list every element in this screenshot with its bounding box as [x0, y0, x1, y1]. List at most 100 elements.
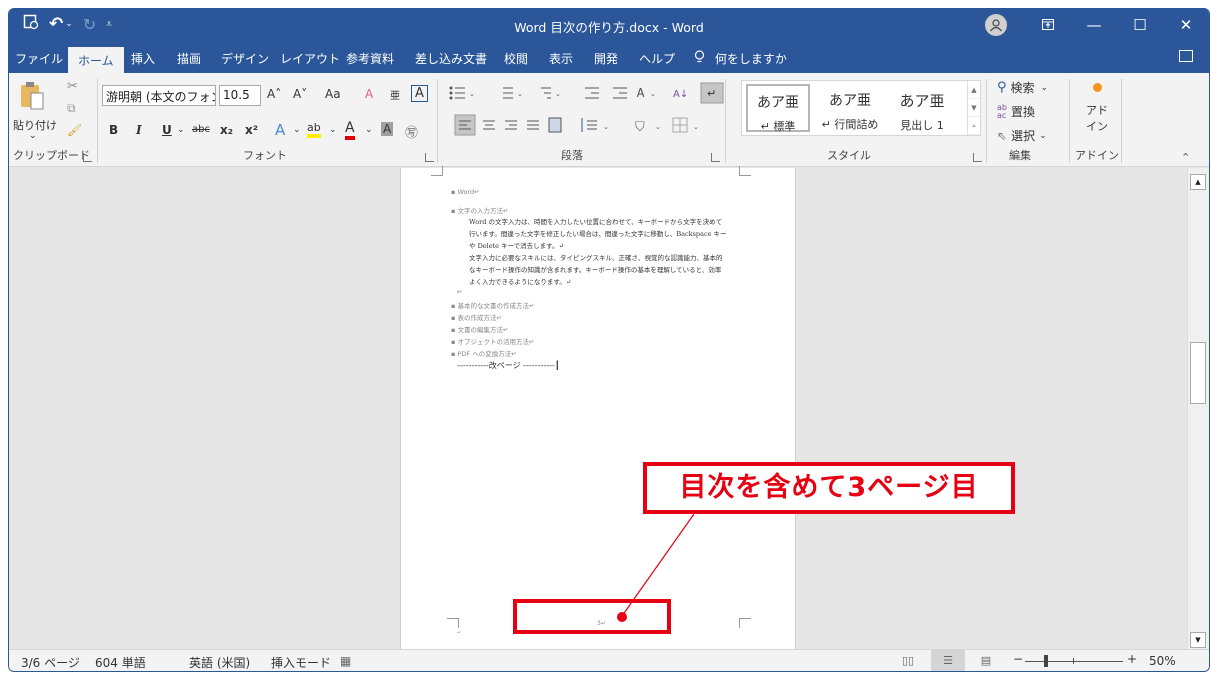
copy-icon[interactable]: ⧉: [67, 101, 76, 116]
zoom-in-button[interactable]: +: [1127, 652, 1137, 666]
tab-home[interactable]: ホーム: [68, 47, 124, 73]
macro-recording-icon[interactable]: ▦: [340, 654, 351, 668]
paragraph-dialog-launcher[interactable]: [711, 153, 720, 162]
cut-icon[interactable]: ✂: [67, 79, 78, 94]
paste-button[interactable]: [19, 79, 49, 113]
zoom-out-button[interactable]: −: [1013, 652, 1023, 666]
enclose-characters-button[interactable]: ㊢: [405, 122, 418, 141]
language-indicator[interactable]: 英語 (米国): [189, 654, 250, 671]
find-button[interactable]: ⚲ 検索 ⌄: [997, 79, 1048, 96]
styles-scrollbar[interactable]: ▲ ▼ ⩡: [967, 81, 980, 135]
tab-design[interactable]: デザイン: [221, 48, 269, 69]
phonetic-guide-button[interactable]: 亜: [390, 87, 400, 102]
doc-body-line: Word の文字入力は、時間を入力したい位置に合わせて、キーボードから文字を決め…: [469, 218, 723, 226]
separator: [97, 79, 98, 163]
find-dropdown-icon[interactable]: ⌄: [1041, 83, 1049, 93]
multilevel-list-icon: [541, 87, 551, 99]
maximize-button[interactable]: ☐: [1117, 16, 1163, 34]
web-layout-icon[interactable]: ▤: [969, 650, 1003, 671]
tab-developer[interactable]: 開発: [594, 48, 618, 69]
close-button[interactable]: ✕: [1163, 16, 1209, 34]
tab-file[interactable]: ファイル: [15, 48, 63, 69]
style-normal[interactable]: あア亜 ↵ 標準: [746, 84, 810, 133]
zoom-slider[interactable]: [1025, 661, 1123, 662]
subscript-button[interactable]: x₂: [220, 123, 233, 137]
style-no-spacing[interactable]: あア亜 ↵ 行間詰め: [818, 84, 882, 132]
doc-heading: ▪ 文書の編集方法↵: [451, 326, 509, 334]
separator: [725, 79, 726, 163]
word-count[interactable]: 604 単語: [95, 654, 146, 671]
text-effects-button[interactable]: A: [275, 121, 285, 139]
replace-label: 置換: [1010, 105, 1035, 119]
character-border-button[interactable]: A: [411, 85, 428, 102]
change-case-button[interactable]: Aa: [325, 87, 341, 101]
print-layout-icon[interactable]: ☰: [931, 650, 965, 671]
tab-references[interactable]: 参考資料: [346, 48, 394, 69]
replace-button[interactable]: ab ac 置換: [997, 103, 1035, 120]
minimize-button[interactable]: —: [1071, 16, 1117, 34]
account-avatar-icon[interactable]: [985, 14, 1007, 36]
clear-formatting-button[interactable]: A: [365, 87, 373, 101]
tab-layout[interactable]: レイアウト: [280, 48, 340, 69]
underline-dropdown-icon[interactable]: ⌄: [177, 125, 185, 135]
insert-mode-indicator[interactable]: 挿入モード: [271, 654, 331, 671]
doc-body-line: 文字入力に必要なスキルには、タイピングスキル、正確さ、視覚的な認識能力、基本的: [469, 254, 723, 262]
font-size-combo[interactable]: 10.5: [219, 85, 261, 106]
zoom-level[interactable]: 50%: [1149, 654, 1176, 668]
read-mode-icon[interactable]: ▯▯: [891, 650, 925, 671]
crop-mark: [447, 618, 459, 628]
paragraph-buttons[interactable]: ⌄ ⌄ ⌄ Ꭺ ⌄ A↓ ↵ ⌄ ⌄ ⌄ ⛉: [445, 81, 735, 141]
comments-icon[interactable]: [1179, 50, 1193, 62]
font-color-button[interactable]: A: [345, 120, 355, 140]
scroll-thumb[interactable]: [1190, 342, 1206, 404]
numbering-icon: [503, 87, 513, 99]
bold-button[interactable]: B: [109, 123, 118, 137]
font-dialog-launcher[interactable]: [425, 153, 434, 162]
clipboard-dialog-launcher[interactable]: [83, 153, 92, 162]
italic-button[interactable]: I: [136, 123, 142, 137]
styles-more-icon[interactable]: ⩡: [968, 117, 980, 135]
font-color-dropdown-icon[interactable]: ⌄: [365, 125, 373, 135]
scroll-down-icon[interactable]: ▼: [1190, 632, 1206, 648]
tab-review[interactable]: 校閲: [504, 48, 528, 69]
shrink-font-button[interactable]: A˅: [293, 87, 307, 101]
tab-help[interactable]: ヘルプ: [639, 48, 675, 69]
highlight-button[interactable]: ab: [307, 121, 321, 138]
styles-scroll-down-icon[interactable]: ▼: [968, 99, 980, 117]
tab-insert[interactable]: 挿入: [131, 48, 155, 69]
format-painter-icon[interactable]: 🖌: [67, 123, 82, 137]
styles-scroll-up-icon[interactable]: ▲: [968, 81, 980, 99]
scroll-up-icon[interactable]: ▲: [1190, 174, 1206, 190]
svg-text:⌄: ⌄: [603, 123, 609, 131]
addins-button[interactable]: アド イン: [1079, 83, 1115, 134]
page-count[interactable]: 3/6 ページ: [21, 654, 80, 671]
crop-mark: [739, 166, 751, 176]
vertical-scrollbar[interactable]: ▲ ▼: [1187, 168, 1209, 650]
asian-layout-icon: Ꭺ: [636, 86, 645, 100]
character-shading-button[interactable]: A: [381, 122, 394, 136]
grow-font-button[interactable]: A˄: [267, 87, 281, 101]
zoom-slider-thumb[interactable]: [1044, 655, 1049, 667]
tell-me-search[interactable]: 何をしますか: [694, 48, 787, 69]
increase-indent-icon: [613, 87, 627, 99]
tab-draw[interactable]: 描画: [177, 48, 201, 69]
text-effects-dropdown-icon[interactable]: ⌄: [293, 125, 301, 135]
font-name-combo[interactable]: 游明朝 (本文のフォン: [102, 85, 216, 106]
collapse-ribbon-icon[interactable]: ⌃: [1181, 151, 1190, 164]
tab-mailings[interactable]: 差し込み文書: [415, 48, 487, 69]
superscript-button[interactable]: x²: [245, 123, 258, 137]
highlight-dropdown-icon[interactable]: ⌄: [329, 125, 337, 135]
separator: [1069, 79, 1070, 163]
addins-icon: [1092, 83, 1102, 92]
select-button[interactable]: ⇖ 選択 ⌄: [997, 127, 1047, 144]
select-dropdown-icon[interactable]: ⌄: [1039, 131, 1047, 141]
tab-view[interactable]: 表示: [549, 48, 573, 69]
strikethrough-button[interactable]: abc: [192, 124, 210, 135]
style-heading-1[interactable]: あア亜 見出し 1: [890, 84, 954, 132]
underline-button[interactable]: U: [162, 123, 172, 137]
ribbon-display-options-icon[interactable]: [1025, 16, 1071, 34]
paste-dropdown-icon[interactable]: ⌄: [29, 131, 37, 141]
document-page[interactable]: ▪ Word↵ ▪ 文字の入力方法↵ Word の文字入力は、時間を入力したい位…: [400, 166, 796, 650]
find-label: 検索: [1010, 81, 1035, 95]
styles-dialog-launcher[interactable]: [973, 153, 982, 162]
